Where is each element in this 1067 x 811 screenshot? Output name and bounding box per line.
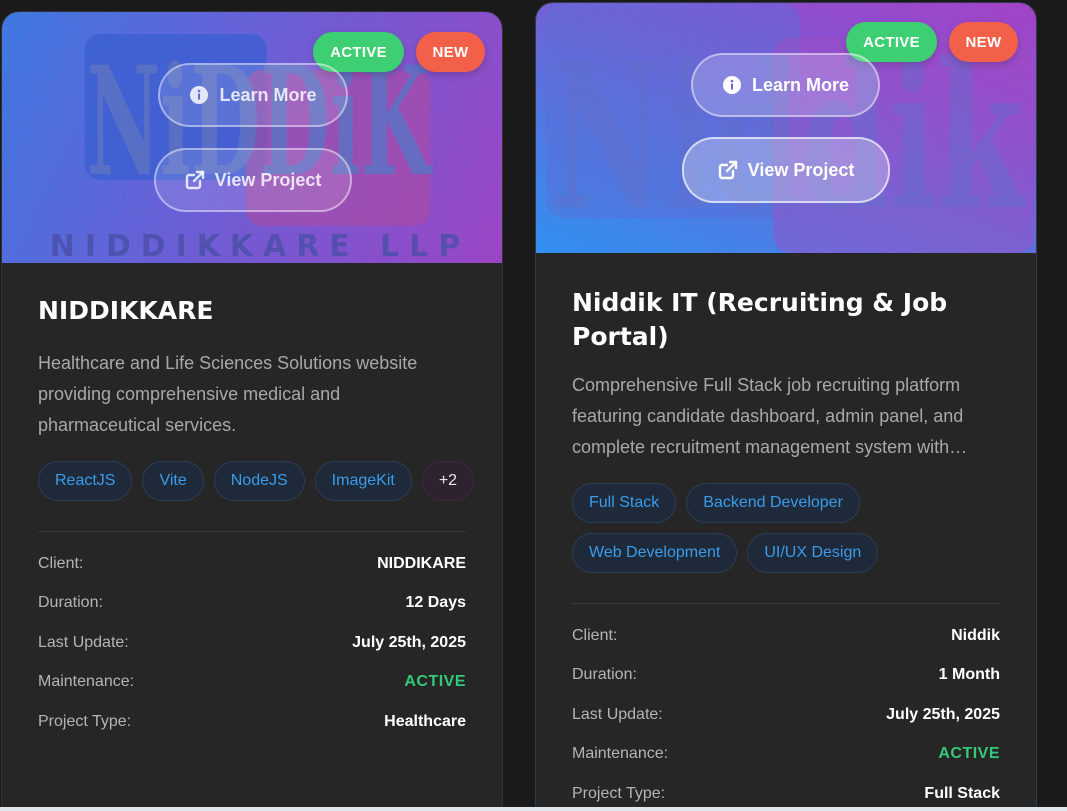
meta-row-project-type: Project Type: Healthcare: [38, 702, 466, 742]
learn-more-label: Learn More: [751, 74, 850, 95]
meta-row-client: Client: Niddik: [572, 616, 1000, 656]
meta-value: 12 Days: [405, 594, 467, 612]
view-project-button[interactable]: View Project: [682, 137, 890, 203]
meta-value: Healthcare: [384, 712, 466, 730]
learn-more-button[interactable]: Learn More: [691, 53, 880, 117]
external-link-icon: [185, 170, 205, 190]
meta-label: Duration:: [572, 666, 637, 684]
meta-row-last-update: Last Update: July 25th, 2025: [38, 623, 466, 663]
meta-row-last-update: Last Update: July 25th, 2025: [572, 695, 1000, 735]
project-description: Comprehensive Full Stack job recruiting …: [572, 375, 968, 457]
card-body: Niddik IT (Recruiting & Job Portal) Comp…: [572, 286, 1000, 811]
divider: [572, 603, 1000, 604]
meta-value: Full Stack: [924, 784, 1000, 802]
tech-tag: Backend Developer: [686, 483, 860, 523]
project-title: NIDDIKKARE: [38, 296, 214, 325]
meta-label: Maintenance:: [38, 673, 135, 691]
view-project-button[interactable]: View Project: [154, 148, 352, 212]
learn-more-button[interactable]: Learn More: [158, 63, 348, 127]
status-badge-new: NEW: [416, 32, 485, 72]
project-thumbnail: Niddik ACTIVE NEW Learn More View Projec…: [536, 3, 1036, 253]
tech-tag: Web Development: [572, 533, 738, 573]
divider: [38, 531, 466, 532]
meta-value: July 25th, 2025: [352, 633, 466, 651]
meta-value: NIDDIKARE: [377, 554, 466, 572]
meta-label: Project Type:: [38, 712, 132, 730]
logo-subtitle: NIDDIKKARE LLP: [50, 229, 460, 263]
external-link-icon: [718, 160, 738, 180]
meta-label: Maintenance:: [572, 745, 669, 763]
meta-row-duration: Duration: 1 Month: [572, 656, 1000, 696]
meta-value: July 25th, 2025: [886, 705, 1000, 723]
project-meta: Client: Niddik Duration: 1 Month Last Up…: [572, 616, 1000, 811]
info-circle-icon: [189, 85, 209, 105]
status-badge-new: NEW: [949, 22, 1018, 62]
tech-tag: NodeJS: [213, 461, 305, 501]
tech-tag: ReactJS: [38, 461, 133, 501]
card-body: NIDDIKKARE Healthcare and Life Sciences …: [38, 294, 475, 742]
meta-label: Last Update:: [38, 633, 129, 651]
learn-more-label: Learn More: [219, 84, 317, 105]
tech-tag: Vite: [142, 461, 204, 501]
tech-tag-list: Full Stack Backend Developer Web Develop…: [572, 483, 1012, 573]
meta-row-project-type: Project Type: Full Stack: [572, 774, 1000, 811]
meta-label: Duration:: [38, 594, 103, 612]
view-project-label: View Project: [747, 159, 855, 180]
meta-row-maintenance: Maintenance: ACTIVE: [38, 663, 466, 703]
meta-value: 1 Month: [938, 666, 1000, 684]
tech-tag: UI/UX Design: [747, 533, 879, 573]
meta-label: Client:: [572, 626, 618, 644]
project-thumbnail: NiDDiK NIDDIKKARE LLP ACTIVE NEW Learn M…: [2, 12, 502, 263]
tech-tag: ImageKit: [314, 461, 412, 501]
maintenance-status: ACTIVE: [938, 745, 1000, 763]
meta-row-maintenance: Maintenance: ACTIVE: [572, 735, 1000, 775]
meta-label: Last Update:: [572, 705, 663, 723]
meta-value: Niddik: [951, 626, 1000, 644]
meta-row-client: Client: NIDDIKARE: [38, 544, 466, 584]
maintenance-status: ACTIVE: [404, 673, 466, 691]
more-tags-badge[interactable]: +2: [421, 461, 475, 501]
view-project-label: View Project: [214, 169, 322, 190]
bottom-edge-strip: [0, 807, 1067, 811]
project-card-niddikkare[interactable]: NiDDiK NIDDIKKARE LLP ACTIVE NEW Learn M…: [1, 11, 503, 811]
info-circle-icon: [722, 75, 742, 95]
project-card-niddik-it[interactable]: Niddik ACTIVE NEW Learn More View Projec…: [535, 2, 1037, 811]
project-title: Niddik IT (Recruiting & Job Portal): [572, 288, 948, 351]
meta-label: Project Type:: [572, 784, 666, 802]
project-description: Healthcare and Life Sciences Solutions w…: [38, 353, 418, 435]
tech-tag-list: ReactJS Vite NodeJS ImageKit +2: [38, 461, 478, 501]
meta-label: Client:: [38, 554, 84, 572]
project-meta: Client: NIDDIKARE Duration: 12 Days Last…: [38, 544, 466, 742]
meta-row-duration: Duration: 12 Days: [38, 584, 466, 624]
tech-tag: Full Stack: [572, 483, 677, 523]
